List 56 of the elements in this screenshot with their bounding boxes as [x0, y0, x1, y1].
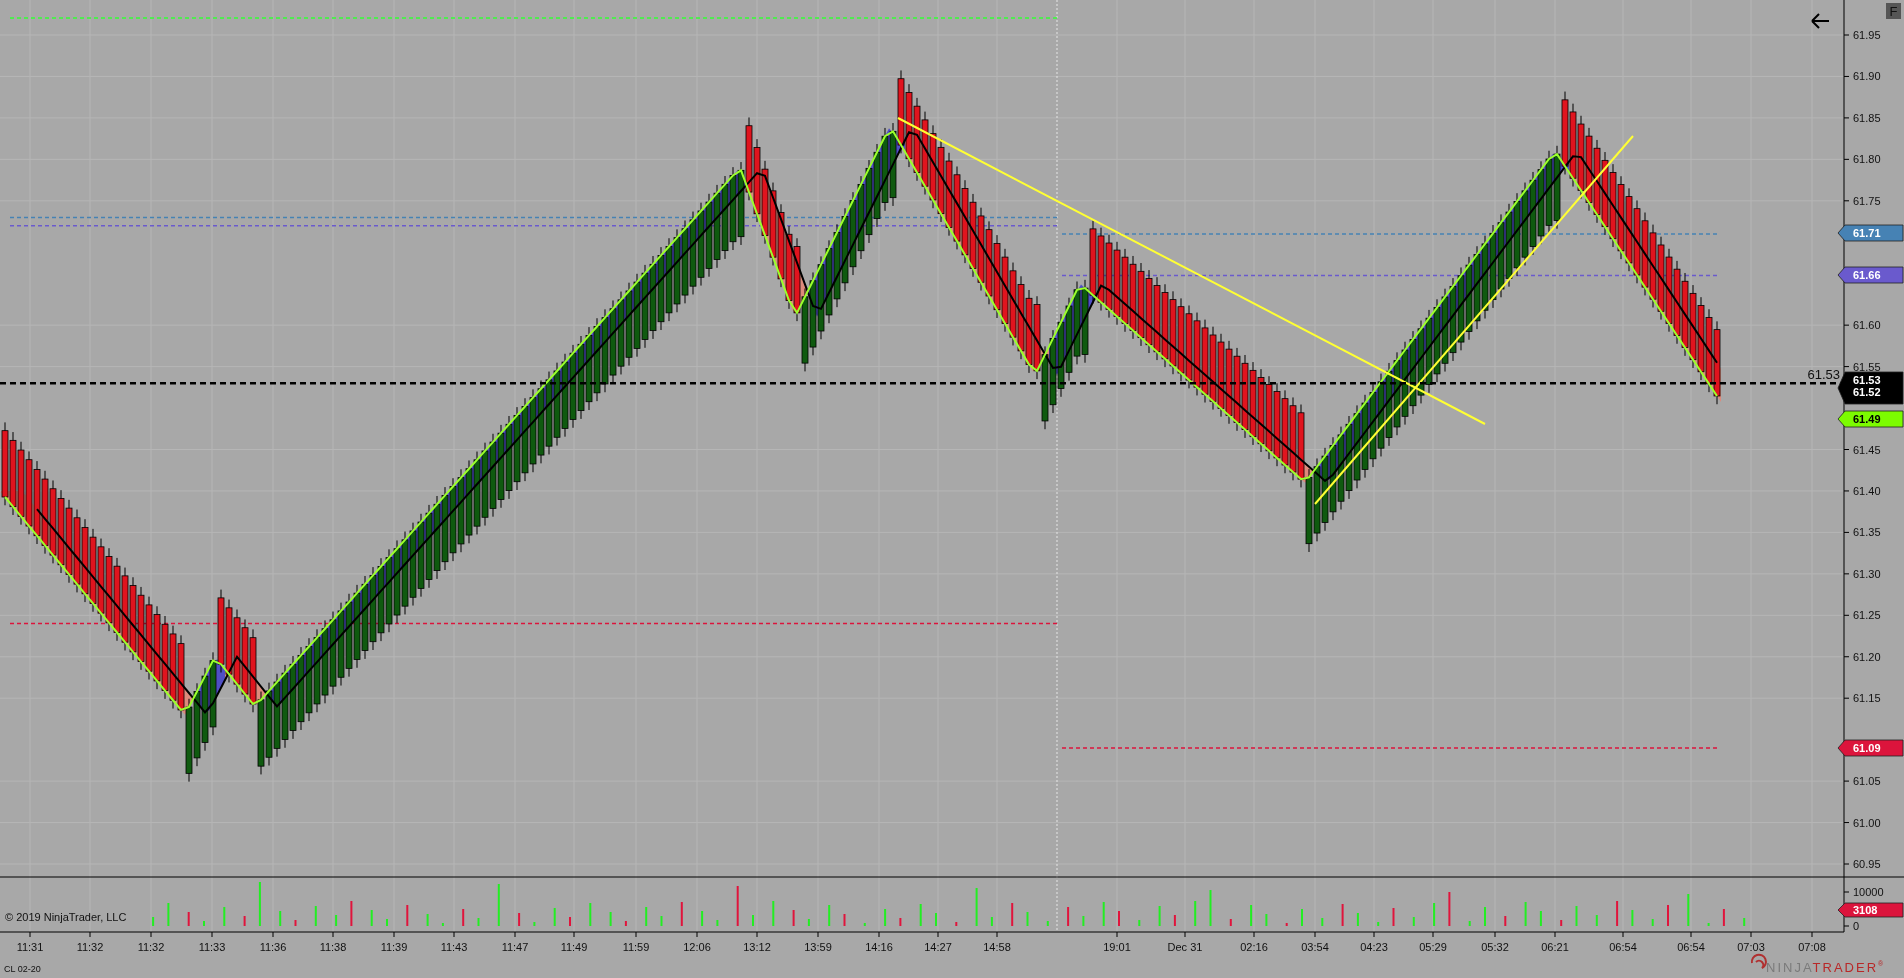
price-axis-label: 61.90 [1853, 70, 1881, 83]
price-axis-label: 61.60 [1853, 319, 1881, 332]
time-axis-label: 06:54 [1677, 941, 1705, 953]
time-axis-label: 11:43 [440, 941, 468, 953]
price-axis-label: 61.35 [1853, 526, 1881, 539]
time-axis-label: 07:03 [1737, 941, 1765, 953]
price-tag: 61.49 [1837, 410, 1904, 428]
price-axis-label: 61.85 [1853, 111, 1881, 124]
price-tag: 61.66 [1837, 266, 1904, 284]
volume-axis-label: 0 [1853, 920, 1860, 932]
time-axis-label: 04:23 [1360, 941, 1388, 953]
time-axis-label: 19:01 [1103, 941, 1131, 953]
price-axis-label: 61.95 [1853, 29, 1881, 41]
price-axis-label: 61.75 [1853, 194, 1881, 207]
time-axis-label: 07:08 [1798, 941, 1826, 953]
copyright-text: © 2019 NinjaTrader, LLC [5, 911, 127, 923]
instrument-label: CL 02-20 [4, 964, 41, 974]
price-axis-label: 61.00 [1853, 816, 1881, 829]
time-axis-label: 11:33 [198, 941, 226, 953]
float-button[interactable]: F [1886, 3, 1901, 19]
price-axis-label: 61.40 [1853, 484, 1881, 497]
time-axis-label: 14:27 [924, 941, 952, 953]
time-axis-label: 13:59 [804, 941, 832, 953]
time-axis-label: 11:38 [319, 941, 347, 953]
time-axis-label: 11:59 [622, 941, 650, 953]
price-axis-label: 61.15 [1853, 692, 1881, 705]
time-axis-label: 11:39 [380, 941, 408, 953]
price-axis-label: 61.20 [1853, 650, 1881, 663]
time-axis-label: Dec 31 [1167, 941, 1203, 953]
time-axis-label: 06:54 [1609, 941, 1637, 953]
time-axis-label: 12:06 [683, 941, 711, 953]
price-tag: 61.09 [1837, 739, 1904, 757]
time-axis-label: 14:16 [865, 941, 893, 953]
time-axis-label: 14:58 [983, 941, 1011, 953]
price-axis-label: 60.95 [1853, 858, 1881, 870]
time-axis-label: 02:16 [1240, 941, 1268, 953]
price-axis-label: 61.45 [1853, 443, 1881, 456]
time-axis-label: 03:54 [1301, 941, 1329, 953]
time-axis-label: 11:36 [259, 941, 287, 953]
time-axis-label: 11:49 [560, 941, 588, 953]
price-axis-label: 61.05 [1853, 775, 1881, 788]
price-tag: 61.71 [1837, 224, 1904, 242]
time-axis-label: 05:29 [1419, 941, 1447, 953]
time-axis-label: 13:12 [743, 941, 771, 953]
price-axis-label: 61.80 [1853, 153, 1881, 166]
price-axis-label: 61.55 [1853, 360, 1881, 373]
price-axis-label: 61.30 [1853, 567, 1881, 580]
time-axis-label: 11:32 [137, 941, 165, 953]
time-axis-label: 05:32 [1481, 941, 1509, 953]
price-axis-label: 61.25 [1853, 609, 1881, 622]
time-axis-label: 11:31 [16, 941, 44, 953]
volume-tag: 3108 [1837, 902, 1904, 918]
volume-axis-label: 10000 [1853, 886, 1884, 898]
time-axis-label: 11:32 [76, 941, 104, 953]
time-axis-label: 06:21 [1541, 941, 1569, 953]
time-axis-label: 11:47 [501, 941, 529, 953]
